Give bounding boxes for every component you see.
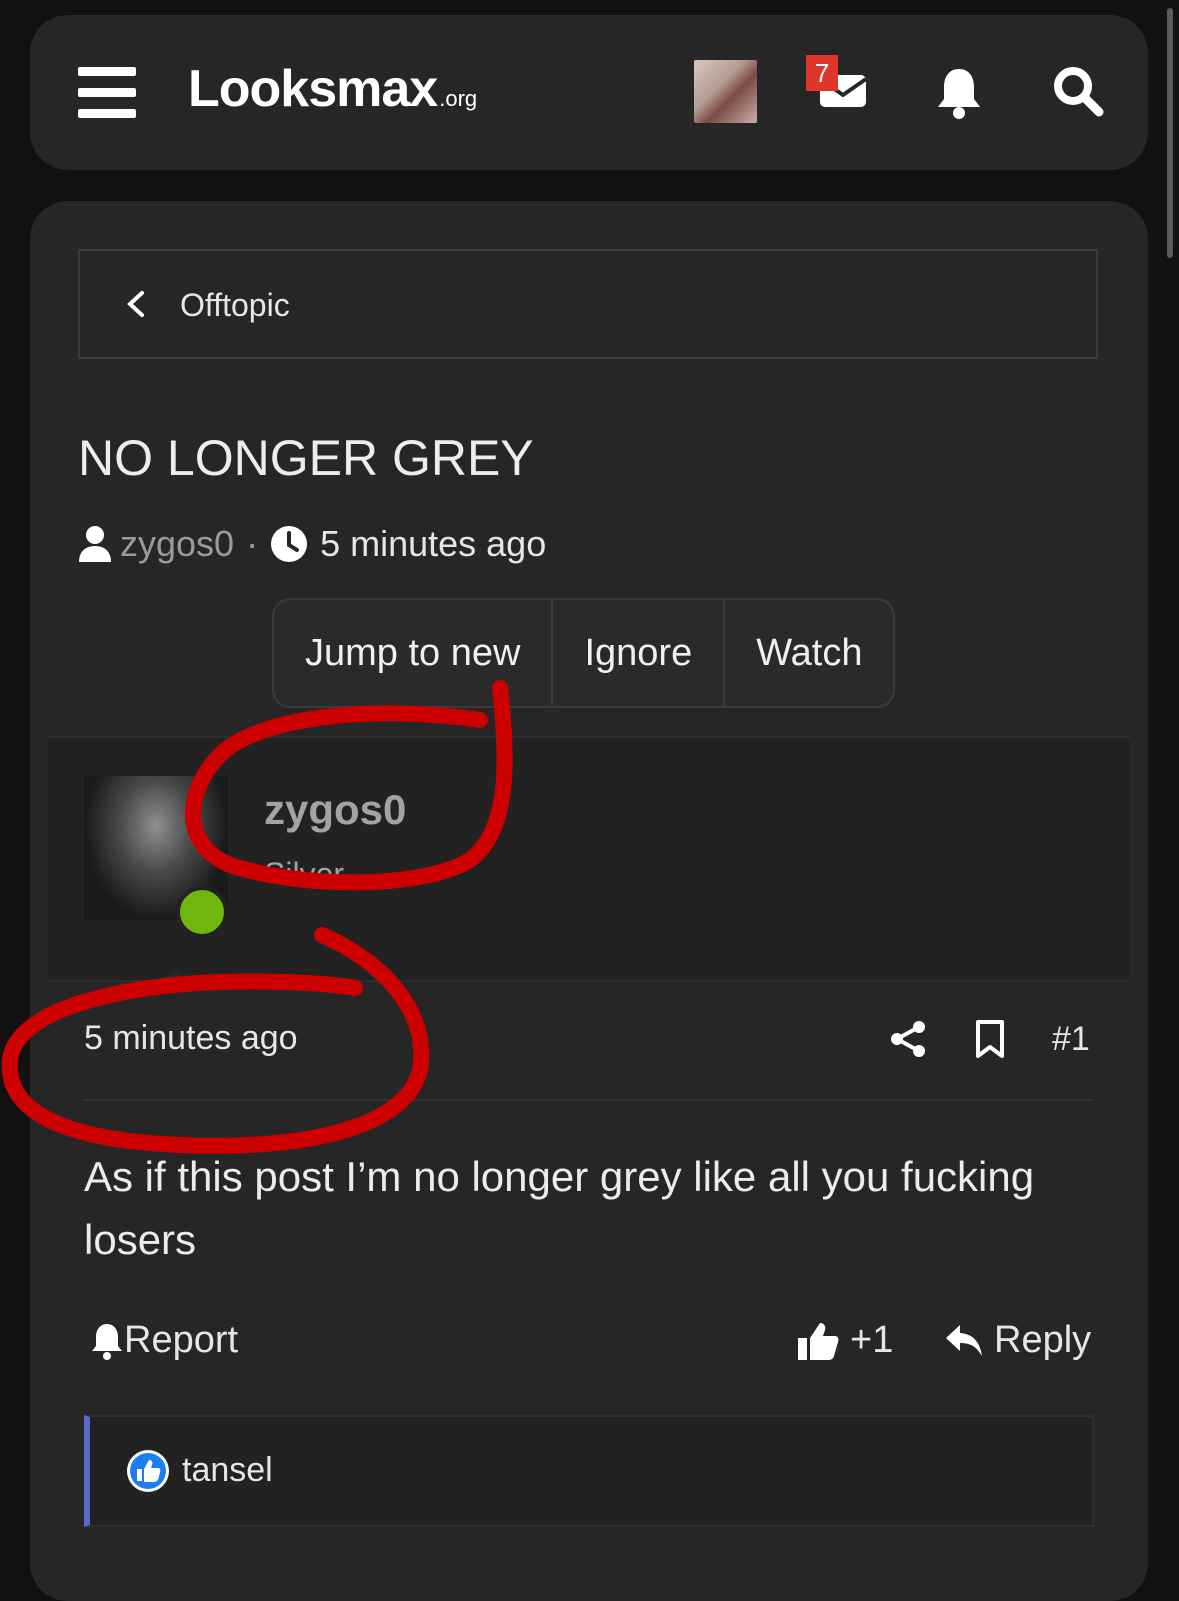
user-rank: Silver [264, 856, 345, 878]
online-indicator [176, 886, 228, 938]
jump-to-new-button[interactable]: Jump to new [274, 600, 554, 706]
meta-separator: · [246, 523, 259, 564]
post-actions: #1 [888, 1019, 1090, 1059]
share-icon[interactable] [888, 1019, 928, 1059]
like-reaction-icon [127, 1450, 169, 1492]
ignore-button[interactable]: Ignore [553, 600, 726, 706]
bell-icon [938, 69, 980, 119]
post-number[interactable]: #1 [1052, 1020, 1090, 1059]
reaction-user[interactable]: tansel [182, 1451, 273, 1490]
conversations-button[interactable]: 7 [806, 55, 870, 127]
post-footer: Report +1 Reply [90, 1311, 1094, 1371]
reply-label: Reply [994, 1319, 1092, 1361]
post-body: As if this post I’m no longer grey like … [84, 1153, 1035, 1263]
site-logo[interactable]: Looksmax .org [188, 59, 477, 119]
like-button[interactable]: +1 [796, 1319, 893, 1362]
bookmark-icon[interactable] [970, 1019, 1010, 1059]
post-time[interactable]: 5 minutes ago [84, 1019, 298, 1058]
user-block-pointer [156, 968, 196, 986]
thread-author[interactable]: zygos0 [120, 523, 234, 565]
search-button[interactable] [1052, 65, 1104, 117]
thread-time[interactable]: 5 minutes ago [320, 523, 546, 565]
thread-meta: zygos0 · 5 minutes ago [78, 523, 546, 565]
search-icon [1054, 67, 1104, 117]
reactions-bar: tansel [84, 1415, 1094, 1527]
logo-sub: .org [439, 86, 478, 111]
thread-title: NO LONGER GREY [78, 430, 534, 486]
reply-button[interactable]: Reply [944, 1319, 1091, 1362]
breadcrumb[interactable]: Offtopic [78, 249, 1098, 359]
menu-icon[interactable] [78, 67, 136, 119]
top-header: Looksmax .org 7 [30, 15, 1148, 170]
chevron-left-icon [127, 291, 144, 317]
watch-button[interactable]: Watch [725, 600, 893, 706]
breadcrumb-label: Offtopic [180, 287, 290, 323]
clock-icon [271, 526, 308, 562]
report-button[interactable]: Report [90, 1319, 238, 1362]
user-avatar[interactable] [694, 60, 757, 123]
post-user-block: zygos0 Silver [48, 736, 1130, 986]
thumbs-up-icon [798, 1322, 839, 1360]
like-count: +1 [850, 1319, 894, 1361]
logo-main: Looksmax [188, 60, 438, 118]
thread-action-buttons: Jump to new Ignore Watch [272, 598, 896, 708]
divider [84, 1099, 1094, 1101]
thread-panel: Offtopic NO LONGER GREY zygos0 · 5 minut… [30, 201, 1148, 1601]
scrollbar[interactable] [1167, 8, 1173, 258]
reply-icon [946, 1324, 982, 1356]
post-username[interactable]: zygos0 [264, 786, 406, 834]
alerts-button[interactable] [936, 65, 982, 121]
bell-icon [92, 1323, 122, 1360]
unread-badge: 7 [806, 55, 838, 91]
report-label: Report [124, 1319, 239, 1361]
user-icon [79, 526, 111, 562]
